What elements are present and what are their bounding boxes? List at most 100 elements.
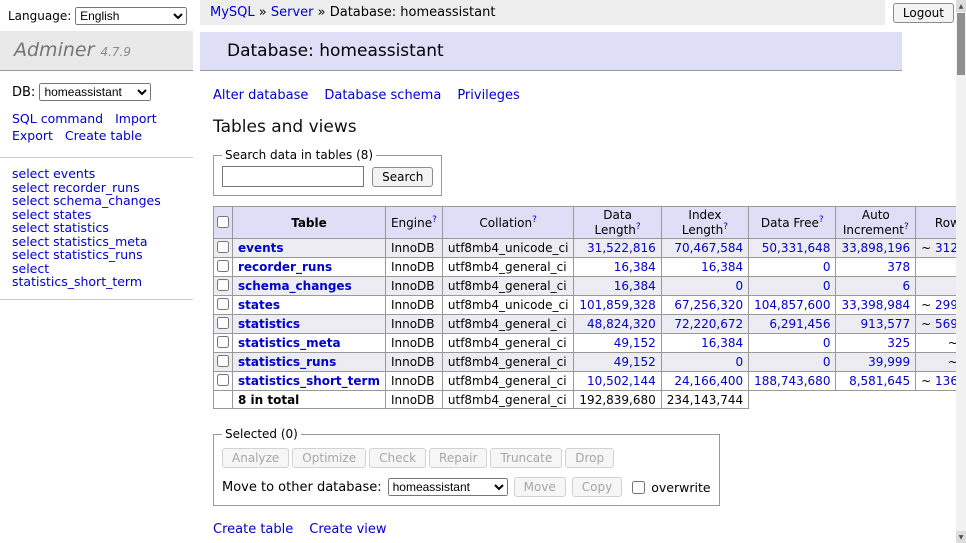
drop-button[interactable]: Drop [565, 448, 614, 468]
table-link-events[interactable]: events [238, 241, 284, 255]
row-checkbox[interactable] [217, 260, 229, 272]
data-length-link[interactable]: 31,522,816 [587, 241, 656, 255]
sidebar-select-statistics[interactable]: select statistics [12, 221, 181, 235]
row-checkbox[interactable] [217, 336, 229, 348]
help-link[interactable]: ? [904, 222, 909, 232]
link-create-view[interactable]: Create view [309, 522, 386, 537]
auto-increment-link[interactable]: 33,398,984 [841, 298, 910, 312]
row-checkbox[interactable] [217, 241, 229, 253]
copy-button[interactable]: Copy [572, 477, 622, 497]
data-length-link[interactable]: 16,384 [614, 260, 656, 274]
row-checkbox[interactable] [217, 298, 229, 310]
data-length-link[interactable]: 49,152 [614, 336, 656, 350]
total-row: 8 in totalInnoDButf8mb4_general_ci192,83… [214, 391, 966, 409]
select-all-checkbox[interactable] [217, 216, 229, 228]
sidebar-select-events[interactable]: select events [12, 167, 181, 181]
breadcrumb-item-server[interactable]: Server [271, 5, 314, 20]
auto-increment-cell: 913,577 [836, 315, 916, 334]
data-free-link[interactable]: 104,857,600 [754, 298, 830, 312]
table-row-statistics-meta: statistics_metaInnoDButf8mb4_general_ci4… [214, 334, 966, 353]
table-link-statistics[interactable]: statistics [238, 317, 300, 331]
link-privileges[interactable]: Privileges [457, 88, 520, 103]
data-length-link[interactable]: 101,859,328 [579, 298, 655, 312]
total-index-length-cell: 234,143,744 [661, 391, 748, 409]
auto-increment-link[interactable]: 378 [887, 260, 910, 274]
analyze-button[interactable]: Analyze [222, 448, 289, 468]
data-length-link[interactable]: 16,384 [614, 279, 656, 293]
sidebar-link-sql-command[interactable]: SQL command [12, 111, 103, 126]
scroll-up-arrow-icon[interactable]: ▲ [956, 0, 966, 12]
index-length-link[interactable]: 24,166,400 [674, 374, 743, 388]
index-length-link[interactable]: 0 [735, 355, 743, 369]
auto-increment-link[interactable]: 8,581,645 [849, 374, 910, 388]
help-link[interactable]: ? [532, 215, 537, 225]
help-link[interactable]: ? [636, 222, 641, 232]
data-free-link[interactable]: 0 [823, 355, 831, 369]
data-free-link[interactable]: 188,743,680 [754, 374, 830, 388]
optimize-button[interactable]: Optimize [292, 448, 366, 468]
move-button[interactable]: Move [514, 477, 566, 497]
breadcrumb-item-mysql[interactable]: MySQL [210, 5, 255, 20]
auto-increment-link[interactable]: 39,999 [868, 355, 910, 369]
auto-increment-link[interactable]: 913,577 [861, 317, 911, 331]
data-length-link[interactable]: 10,502,144 [587, 374, 656, 388]
help-link[interactable]: ? [432, 215, 437, 225]
link-create-table[interactable]: Create table [213, 522, 293, 537]
check-button[interactable]: Check [369, 448, 426, 468]
sidebar-select-states[interactable]: select states [12, 208, 181, 222]
app-name-link[interactable]: Adminer [14, 39, 94, 61]
sidebar-link-import[interactable]: Import [115, 111, 157, 126]
auto-increment-link[interactable]: 325 [887, 336, 910, 350]
sidebar-select-statistics-meta[interactable]: select statistics_meta [12, 235, 181, 249]
index-length-link[interactable]: 67,256,320 [674, 298, 743, 312]
data-free-link[interactable]: 50,331,648 [762, 241, 831, 255]
data-free-link[interactable]: 0 [823, 279, 831, 293]
scroll-down-arrow-icon[interactable]: ▼ [956, 531, 966, 543]
logout-button[interactable]: Logout [893, 3, 954, 23]
overwrite-checkbox[interactable] [632, 481, 645, 494]
link-alter-database[interactable]: Alter database [213, 88, 308, 103]
vertical-scrollbar[interactable]: ▲ ▼ [956, 0, 966, 543]
data-free-link[interactable]: 0 [823, 336, 831, 350]
sidebar-link-create-table[interactable]: Create table [65, 128, 142, 143]
db-select[interactable]: homeassistant [39, 83, 151, 101]
table-link-statistics-meta[interactable]: statistics_meta [238, 336, 341, 350]
data-free-link[interactable]: 0 [823, 260, 831, 274]
table-link-statistics-short-term[interactable]: statistics_short_term [238, 374, 380, 388]
link-database-schema[interactable]: Database schema [324, 88, 441, 103]
row-checkbox[interactable] [217, 355, 229, 367]
sidebar-select-schema-changes[interactable]: select schema_changes [12, 194, 181, 208]
row-checkbox[interactable] [217, 317, 229, 329]
data-length-link[interactable]: 48,824,320 [587, 317, 656, 331]
truncate-button[interactable]: Truncate [490, 448, 562, 468]
index-length-link[interactable]: 0 [735, 279, 743, 293]
table-name-cell: statistics_runs [233, 353, 386, 372]
table-link-schema-changes[interactable]: schema_changes [238, 279, 352, 293]
index-length-link[interactable]: 70,467,584 [674, 241, 743, 255]
index-length-link[interactable]: 16,384 [701, 336, 743, 350]
sidebar-select-recorder-runs[interactable]: select recorder_runs [12, 181, 181, 195]
row-checkbox[interactable] [217, 374, 229, 386]
index-length-link[interactable]: 16,384 [701, 260, 743, 274]
table-link-statistics-runs[interactable]: statistics_runs [238, 355, 336, 369]
sidebar-select-statistics-short-term[interactable]: select statistics_short_term [12, 262, 181, 289]
search-input[interactable] [222, 166, 364, 187]
search-button[interactable]: Search [372, 167, 433, 187]
help-link[interactable]: ? [723, 222, 728, 232]
data-free-link[interactable]: 6,291,456 [769, 317, 830, 331]
auto-increment-link[interactable]: 6 [903, 279, 911, 293]
table-link-states[interactable]: states [238, 298, 280, 312]
sidebar-select-statistics-runs[interactable]: select statistics_runs [12, 248, 181, 262]
scrollbar-thumb[interactable] [957, 13, 965, 75]
move-db-select[interactable]: homeassistant [388, 478, 508, 496]
help-link[interactable]: ? [819, 215, 824, 225]
data-length-link[interactable]: 49,152 [614, 355, 656, 369]
language-select[interactable]: English [75, 7, 187, 25]
row-checkbox[interactable] [217, 279, 229, 291]
index-length-link[interactable]: 72,220,672 [674, 317, 743, 331]
app-logo: Adminer 4.7.9 [0, 31, 193, 71]
table-link-recorder-runs[interactable]: recorder_runs [238, 260, 332, 274]
sidebar-link-export[interactable]: Export [12, 128, 53, 143]
auto-increment-link[interactable]: 33,898,196 [841, 241, 910, 255]
repair-button[interactable]: Repair [429, 448, 487, 468]
